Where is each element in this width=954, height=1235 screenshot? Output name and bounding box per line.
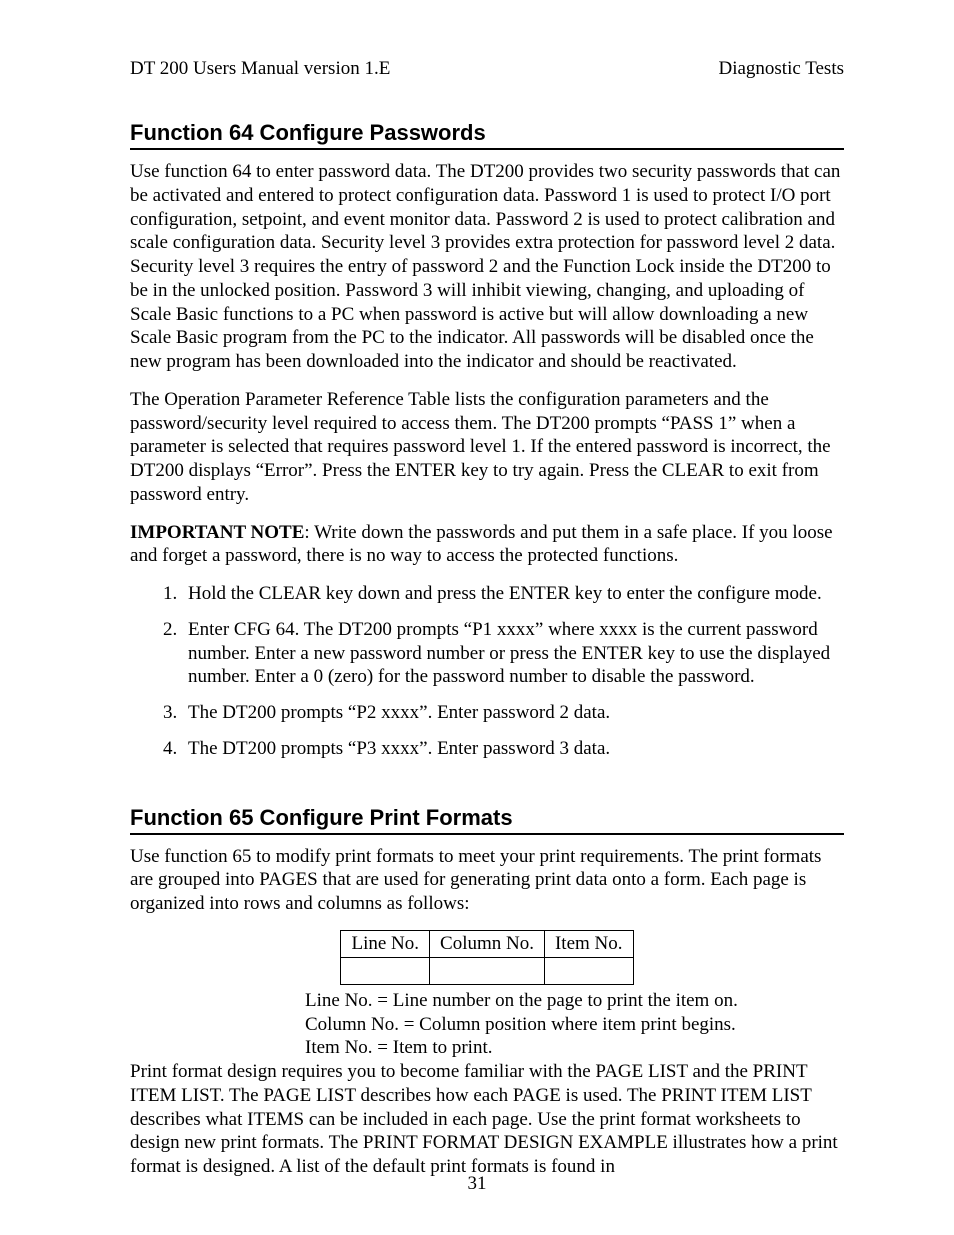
page-number: 31	[0, 1173, 954, 1195]
table-empty-cell	[341, 957, 430, 984]
table-empty-cell	[544, 957, 633, 984]
steps-list: Hold the CLEAR key down and press the EN…	[130, 582, 844, 761]
legend-line: Item No. = Item to print.	[305, 1036, 844, 1060]
header-left: DT 200 Users Manual version 1.E	[130, 58, 390, 80]
table-empty-cell	[430, 957, 545, 984]
page-header: DT 200 Users Manual version 1.E Diagnost…	[130, 58, 844, 80]
table-legend: Line No. = Line number on the page to pr…	[305, 989, 844, 1060]
body-paragraph: The Operation Parameter Reference Table …	[130, 388, 844, 507]
section-title-f64: Function 64 Configure Passwords	[130, 120, 844, 150]
step-item: The DT200 prompts “P3 xxxx”. Enter passw…	[182, 737, 844, 761]
document-page: DT 200 Users Manual version 1.E Diagnost…	[0, 0, 954, 1235]
step-item: Enter CFG 64. The DT200 prompts “P1 xxxx…	[182, 618, 844, 689]
important-note: IMPORTANT NOTE: Write down the passwords…	[130, 521, 844, 569]
table-header-cell: Item No.	[544, 930, 633, 957]
section-title-f65: Function 65 Configure Print Formats	[130, 805, 844, 835]
body-paragraph: Use function 64 to enter password data. …	[130, 160, 844, 374]
step-item: Hold the CLEAR key down and press the EN…	[182, 582, 844, 606]
legend-line: Line No. = Line number on the page to pr…	[305, 989, 844, 1013]
body-paragraph: Use function 65 to modify print formats …	[130, 845, 844, 916]
body-paragraph: Print format design requires you to beco…	[130, 1060, 844, 1179]
header-right: Diagnostic Tests	[718, 58, 844, 80]
note-label: IMPORTANT NOTE	[130, 522, 304, 543]
legend-line: Column No. = Column position where item …	[305, 1013, 844, 1037]
table-header-cell: Column No.	[430, 930, 545, 957]
step-item: The DT200 prompts “P2 xxxx”. Enter passw…	[182, 701, 844, 725]
table-header-cell: Line No.	[341, 930, 430, 957]
format-table: Line No. Column No. Item No.	[130, 930, 844, 985]
